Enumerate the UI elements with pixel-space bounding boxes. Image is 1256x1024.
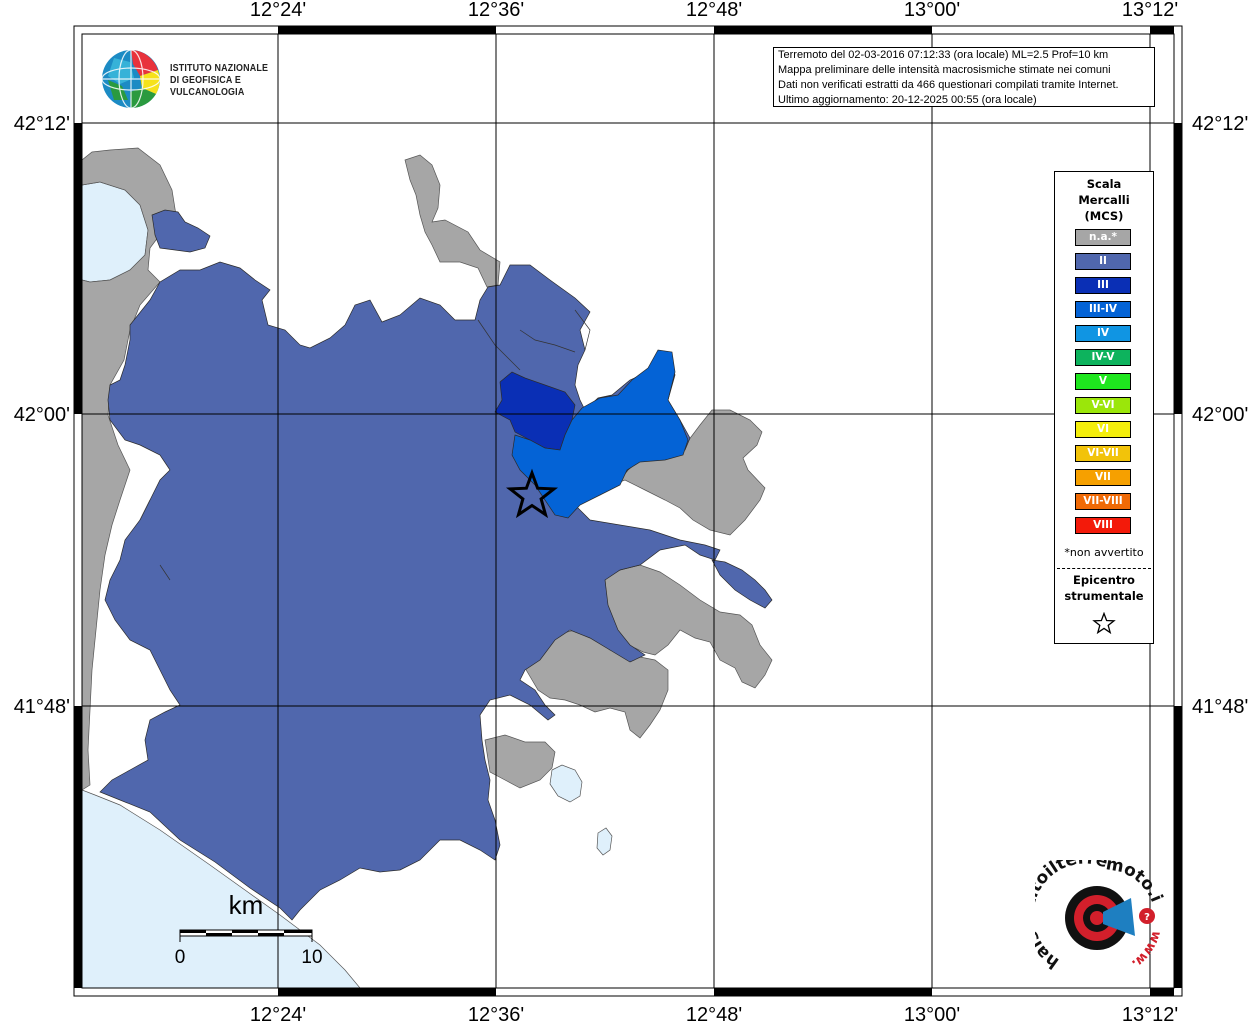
lon-label-top: 12°36' [468,0,524,21]
legend-item-viii: VIII [1075,517,1131,534]
lat-label-right: 42°12' [1192,113,1248,135]
legend-epicenter-label: Epicentro strumentale [1055,572,1153,604]
lon-label-top: 13°12' [1122,0,1178,21]
legend-epicenter-line1: Epicentro [1073,573,1135,587]
lake-albano [549,764,583,803]
legend-item-iii-iv: III-IV [1075,301,1131,318]
legend-item-vi: VI [1075,421,1131,438]
lat-label-right: 41°48' [1192,696,1248,718]
legend-title-line2: Mercalli [1078,193,1130,207]
region-mcs-ii-east [711,559,773,609]
ingv-logo-line1: ISTITUTO NAZIONALE [170,62,269,74]
scale-start-label: 0 [175,947,186,968]
lat-label-left: 42°12' [14,113,70,135]
ingv-logo-line2: DI GEOFISICA E VULCANOLOGIA [170,74,245,98]
legend-star-icon [1092,612,1116,634]
lake-nemi [596,827,613,856]
legend-item-ii: II [1075,253,1131,270]
legend-item-v-vi: V-VI [1075,397,1131,414]
lon-label-bottom: 12°48' [686,1004,742,1024]
lon-label-bottom: 13°00' [904,1004,960,1024]
event-info-line2: Mappa preliminare delle intensità macros… [778,64,1111,76]
legend-note: *non avvertito [1064,546,1144,559]
lon-label-bottom: 13°12' [1122,1004,1178,1024]
event-info-box: Terremoto del 02-03-2016 07:12:33 (ora l… [773,47,1155,107]
ingv-logo: ISTITUTO NAZIONALE DI GEOFISICA E VULCAN… [100,48,320,110]
legend-item-vii-viii: VII-VIII [1075,493,1131,510]
event-info-line4: Ultimo aggiornamento: 20-12-2025 00:55 (… [778,94,1037,106]
legend-title-line1: Scala [1086,177,1122,191]
event-info-line3: Dati non verificati estratti da 466 ques… [778,79,1119,91]
lon-label-top: 13°00' [904,0,960,21]
legend-item-vi-vii: VI-VII [1075,445,1131,462]
legend-divider [1057,568,1151,569]
event-info-line1: Terremoto del 02-03-2016 07:12:33 (ora l… [778,49,1109,61]
legend-title-line3: (MCS) [1084,209,1124,223]
hsit-logo-icon: haisentitoilterremoto.it www. ? [1035,860,1165,973]
lon-label-top: 12°24' [250,0,306,21]
mcs-legend: Scala Mercalli (MCS) n.a.* II III III-IV IV I… [1054,171,1154,644]
lat-label-left: 42°00' [14,404,70,426]
lon-label-top: 12°48' [686,0,742,21]
legend-title: Scala Mercalli (MCS) [1055,176,1153,224]
legend-item-n-a: n.a.* [1075,229,1131,246]
region-na-north [404,154,501,288]
lon-label-bottom: 12°24' [250,1004,306,1024]
legend-item-iii: III [1075,277,1131,294]
legend-item-vii: VII [1075,469,1131,486]
ingv-logo-text: ISTITUTO NAZIONALE DI GEOFISICA E VULCAN… [170,62,298,98]
legend-epicenter-line2: strumentale [1064,589,1144,603]
legend-item-iv: IV [1075,325,1131,342]
svg-text:?: ? [1144,912,1150,923]
lon-label-bottom: 12°36' [468,1004,524,1024]
ingv-globe-icon [101,49,161,109]
scale-unit: km [229,890,264,920]
region-mcs-ii-northwest [151,209,211,253]
legend-item-v: V [1075,373,1131,390]
lat-label-left: 41°48' [14,696,70,718]
legend-items: n.a.* II III III-IV IV IV-V V V-VI VI VI-VII VII VI… [1075,229,1131,541]
legend-item-iv-v: IV-V [1075,349,1131,366]
scale-end-label: 10 [301,947,322,968]
lat-label-right: 42°00' [1192,404,1248,426]
